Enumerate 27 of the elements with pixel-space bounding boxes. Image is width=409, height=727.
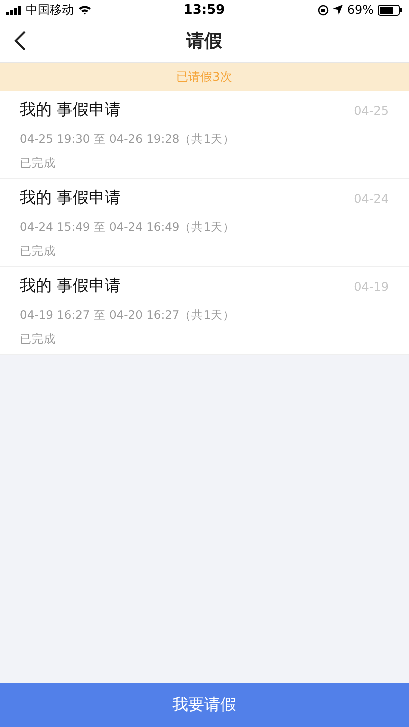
- battery-percent: 69%: [347, 3, 374, 17]
- request-title: 我的 事假申请: [20, 276, 122, 297]
- leave-period: 04-19 16:27 至 04-20 16:27（共1天）: [20, 308, 236, 323]
- back-icon: [14, 31, 26, 51]
- location-icon: [333, 5, 344, 15]
- page-title: 请假: [186, 30, 222, 53]
- wifi-icon: [78, 5, 92, 15]
- request-date: 04-24: [354, 192, 389, 206]
- request-status: 已完成: [20, 332, 57, 347]
- request-title: 我的 事假申请: [20, 188, 122, 209]
- leave-period: 04-25 19:30 至 04-26 19:28（共1天）: [20, 132, 236, 147]
- battery-icon: [378, 4, 403, 16]
- request-status: 已完成: [20, 156, 57, 171]
- request-status: 已完成: [20, 244, 57, 259]
- request-date: 04-19: [354, 280, 389, 294]
- leave-request-item[interactable]: 我的 事假申请 04-24 04-24 15:49 至 04-24 16:49（共1天） 已完成: [0, 179, 409, 267]
- signal-icon: [6, 6, 22, 14]
- request-leave-button[interactable]: 我要请假: [0, 683, 409, 727]
- leave-request-item[interactable]: 我的 事假申请 04-19 04-19 16:27 至 04-20 16:27（共1天） 已完成: [0, 267, 409, 355]
- leave-count-banner: 已请假3次: [0, 63, 409, 91]
- leave-request-item[interactable]: 我的 事假申请 04-25 04-25 19:30 至 04-26 19:28（共1天） 已完成: [0, 91, 409, 179]
- leave-period: 04-24 15:49 至 04-24 16:49（共1天）: [20, 220, 236, 235]
- carrier-name: 中国移动: [26, 2, 74, 18]
- rotation-lock-icon: [318, 4, 330, 16]
- request-title: 我的 事假申请: [20, 100, 122, 121]
- clock-time: 13:59: [184, 2, 226, 18]
- request-date: 04-25: [354, 104, 389, 118]
